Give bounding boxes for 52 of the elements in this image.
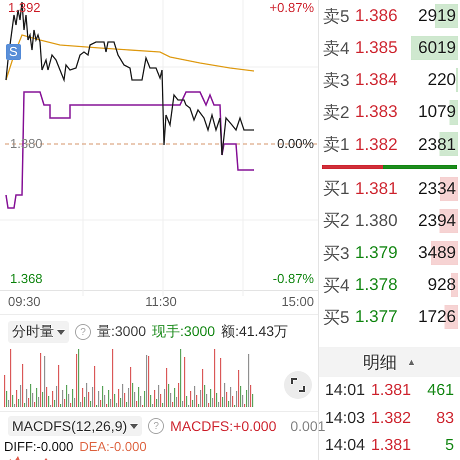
trade-price: 1.381 — [371, 382, 412, 400]
trade-volume: 5 — [444, 437, 454, 456]
order-price: 1.383 — [355, 102, 399, 122]
indicator-dropdown[interactable]: MACDFS(12,26,9) — [8, 416, 142, 436]
order-level-label: 卖4 — [323, 38, 350, 60]
time-label: 15:00 — [281, 294, 314, 311]
current-hand-label: 现手:3000 — [152, 323, 216, 341]
time-label: 11:30 — [145, 294, 177, 311]
order-price: 1.384 — [355, 70, 399, 90]
high-percent-label: +0.87% — [270, 1, 314, 15]
order-price: 1.377 — [355, 307, 399, 328]
diff-label: DIFF:-0.000 — [4, 439, 74, 454]
caret-icon — [57, 330, 65, 334]
sort-indicator[interactable]: ▲ — [407, 357, 416, 368]
macdfs-label: MACDFS:+0.000 — [170, 418, 276, 434]
order-price: 1.379 — [355, 243, 399, 263]
trade-time: 14:01 — [325, 382, 366, 400]
details-tab[interactable]: 明细 — [363, 350, 398, 374]
trade-price: 1.382 — [371, 410, 412, 428]
order-level-label: 卖3 — [323, 70, 350, 92]
dea-label: DEA:-0.000 — [79, 439, 147, 454]
order-price: 1.386 — [355, 6, 399, 26]
order-price: 1.378 — [355, 275, 399, 296]
order-level-label: 买4 — [323, 274, 350, 297]
time-label: 09:30 — [8, 294, 41, 311]
order-level-label: 买3 — [323, 242, 350, 264]
trade-time: 14:04 — [325, 437, 366, 456]
trade-volume: 461 — [426, 382, 454, 400]
trade-volume: 83 — [435, 410, 454, 428]
order-price: 1.380 — [355, 210, 399, 231]
caret-icon — [130, 424, 138, 428]
expand-button[interactable] — [284, 371, 312, 399]
scale-label: 0.001 — [290, 418, 326, 434]
order-level-label: 卖5 — [323, 6, 350, 28]
indicator-dropdown[interactable]: 分时量 — [8, 321, 69, 343]
order-level-label: 买2 — [323, 210, 350, 232]
volume-label: 量:3000 — [97, 323, 146, 341]
order-price: 1.381 — [355, 178, 399, 199]
expand-icon — [291, 378, 305, 392]
order-price: 1.382 — [355, 134, 399, 155]
amount-label: 额:41.43万 — [221, 323, 288, 341]
trade-price: 1.381 — [371, 437, 412, 456]
order-level-label: 买5 — [323, 306, 350, 329]
base-percent-label: 0.00% — [277, 137, 314, 151]
signal-marker: S — [6, 44, 21, 60]
order-level-label: 卖1 — [323, 134, 350, 156]
order-level-label: 买1 — [323, 178, 350, 200]
low-price-label: 1.368 — [10, 272, 43, 286]
low-percent-label: -0.87% — [272, 272, 314, 286]
order-price: 1.385 — [355, 38, 399, 58]
trade-time: 14:03 — [325, 410, 366, 428]
order-level-label: 卖2 — [323, 102, 350, 124]
